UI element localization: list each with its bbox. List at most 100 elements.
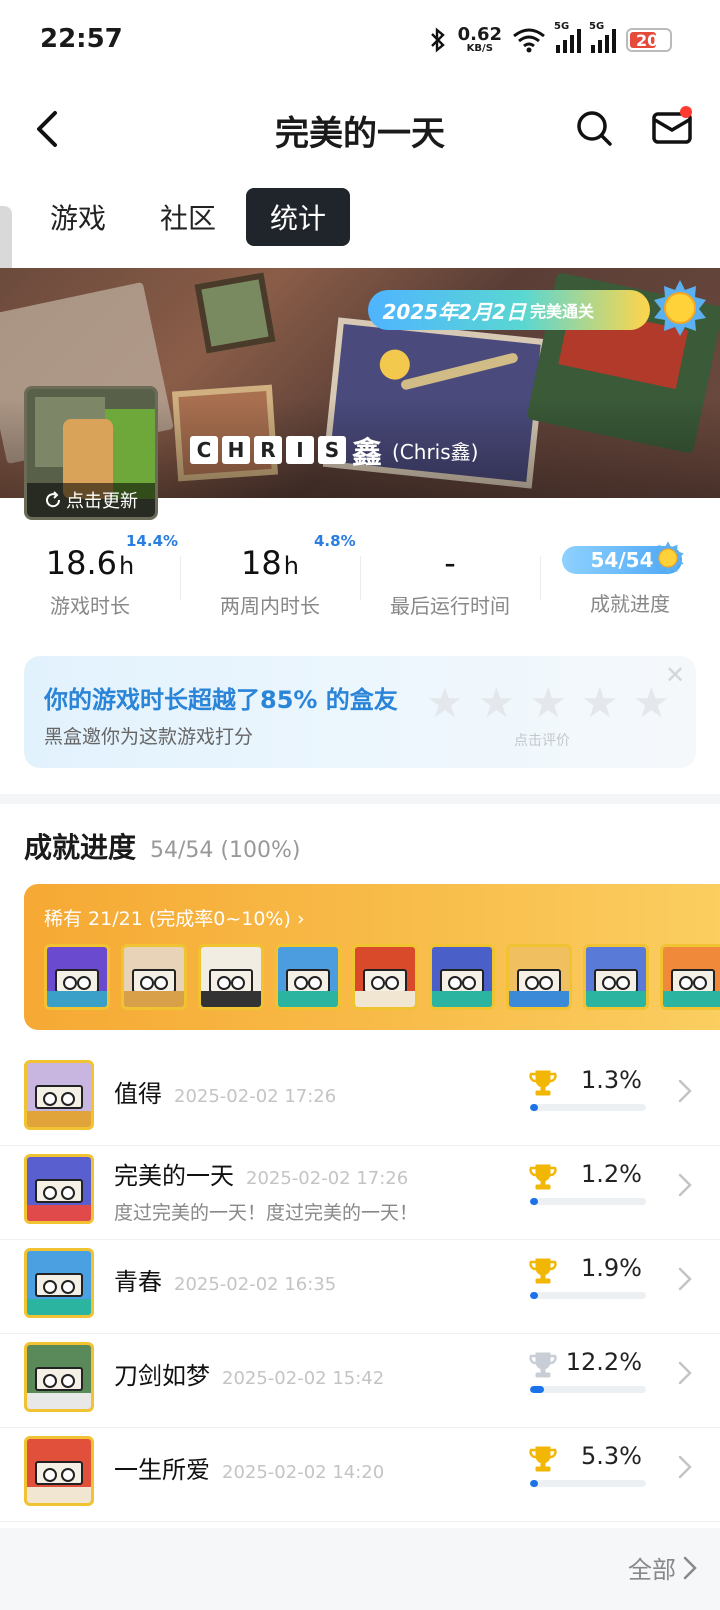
- avatar-refresh-label: 点击更新: [66, 491, 138, 512]
- star-icon[interactable]: ★: [426, 682, 464, 724]
- chevron-right-icon: [678, 1267, 692, 1291]
- achievement-percent: 1.2%: [581, 1160, 642, 1188]
- signal-1-icon: 5G: [554, 21, 581, 53]
- battery-level: 20: [636, 30, 659, 50]
- wifi-icon: [513, 28, 545, 53]
- avatar-refresh-button[interactable]: 点击更新: [27, 483, 155, 517]
- top-nav-bar: 完美的一天: [0, 84, 720, 176]
- tab-community[interactable]: 社区: [136, 188, 240, 246]
- trophy-icon: [529, 1258, 557, 1284]
- achievement-row[interactable]: 完美的一天 2025-02-02 17:26 度过完美的一天！度过完美的一天！ 1…: [0, 1146, 720, 1240]
- status-icons: 0.62 KB/S 5G 5G 20: [428, 21, 672, 54]
- playtime-unit: h: [119, 552, 135, 580]
- two-weeks-unit: h: [283, 552, 299, 580]
- name-letter: I: [286, 436, 314, 464]
- rare-achievement-icon[interactable]: [506, 944, 572, 1010]
- rare-achievement-icon[interactable]: [352, 944, 418, 1010]
- star-icon[interactable]: ★: [478, 682, 516, 724]
- search-button[interactable]: [568, 102, 620, 154]
- username: C H R I S 鑫 (Chris鑫): [190, 428, 478, 472]
- sun-medal-icon: [652, 541, 684, 575]
- bluetooth-icon: [430, 27, 445, 53]
- achievement-percent: 12.2%: [565, 1348, 642, 1376]
- search-icon: [577, 111, 612, 146]
- signal-1-tag: 5G: [554, 21, 570, 32]
- rare-achievement-icon[interactable]: [660, 944, 720, 1010]
- rare-achievement-icon[interactable]: [44, 944, 110, 1010]
- achievement-progress-bar: [530, 1104, 646, 1111]
- tab-game[interactable]: 游戏: [26, 188, 130, 246]
- app-screen: 22:57 0.62 KB/S 5G 5G 20 完美的一天 游戏 社区 统计 …: [0, 0, 720, 1610]
- view-all-button[interactable]: 全部: [628, 1550, 698, 1585]
- rating-hint: 点击评价: [514, 733, 570, 749]
- achievement-icon: [24, 1342, 94, 1412]
- completion-text: 完美通关: [529, 302, 594, 321]
- achievement-name: 青春: [114, 1268, 162, 1296]
- achievement-time: 2025-02-02 16:35: [174, 1274, 337, 1295]
- refresh-icon: [46, 491, 61, 508]
- achievements-header: 成就进度 54/54 (100%): [24, 826, 300, 866]
- status-bar: 22:57 0.62 KB/S 5G 5G 20: [0, 0, 720, 84]
- achievement-label: 成就进度: [590, 592, 670, 616]
- playtime-label: 游戏时长: [50, 594, 130, 618]
- close-icon[interactable]: ✕: [660, 660, 690, 690]
- achievement-progress-bar: [530, 1198, 646, 1205]
- achievement-icon: [24, 1154, 94, 1224]
- net-speed-unit: KB/S: [466, 43, 493, 54]
- chevron-right-icon: [683, 1556, 697, 1579]
- rare-achievement-icon[interactable]: [121, 944, 187, 1010]
- stat-playtime: 18.6 h 14.4% 游戏时长: [0, 532, 180, 628]
- name-letter: H: [222, 436, 250, 464]
- achievement-row[interactable]: 一生所爱 2025-02-02 14:20 5.3%: [0, 1428, 720, 1522]
- achievements-title: 成就进度: [24, 831, 137, 864]
- achievement-time: 2025-02-02 14:20: [222, 1462, 385, 1483]
- rare-achievement-icon[interactable]: [429, 944, 495, 1010]
- rare-label[interactable]: 稀有 21/21 (完成率0~10%) ›: [44, 904, 305, 931]
- section-divider: [0, 794, 720, 804]
- stat-achievement[interactable]: 54/54 成就进度: [540, 536, 720, 628]
- last-run-label: 最后运行时间: [390, 594, 510, 618]
- rare-achievement-icon[interactable]: [583, 944, 649, 1010]
- achievement-row[interactable]: 值得 2025-02-02 17:26 1.3%: [0, 1052, 720, 1146]
- trophy-icon: [529, 1352, 557, 1378]
- achievement-time: 2025-02-02 17:26: [246, 1168, 409, 1189]
- signal-2-tag: 5G: [589, 21, 605, 32]
- net-speed-value: 0.62: [457, 24, 502, 45]
- rating-card: 你的游戏时长超越了85% 的盒友 黑盒邀你为这款游戏打分 ★ ★ ★ ★ ★ 点…: [24, 656, 696, 768]
- star-icon[interactable]: ★: [581, 682, 619, 724]
- playtime-percent: 14.4%: [126, 532, 179, 550]
- name-letter: R: [254, 436, 282, 464]
- rare-achievements-card[interactable]: 稀有 21/21 (完成率0~10%) ›: [24, 884, 720, 1030]
- rating-subtitle: 黑盒邀你为这款游戏打分: [44, 726, 254, 748]
- name-letter: C: [190, 436, 218, 464]
- rare-achievement-icon[interactable]: [275, 944, 341, 1010]
- completion-badge: 2025年2月2日 完美通关: [368, 290, 650, 330]
- signal-2-icon: 5G: [589, 21, 616, 53]
- messages-button[interactable]: [644, 102, 700, 154]
- star-icon[interactable]: ★: [529, 682, 567, 724]
- achievement-icon: [24, 1060, 94, 1130]
- achievement-row[interactable]: 刀剑如梦 2025-02-02 15:42 12.2%: [0, 1334, 720, 1428]
- rating-title: 你的游戏时长超越了85% 的盒友: [44, 686, 398, 714]
- achievement-name: 完美的一天: [114, 1162, 234, 1190]
- tab-stats[interactable]: 统计: [246, 188, 351, 246]
- user-alias: (Chris鑫): [392, 439, 479, 464]
- view-all-label: 全部: [628, 1556, 676, 1584]
- achievement-row[interactable]: 青春 2025-02-02 16:35 1.9%: [0, 1240, 720, 1334]
- last-run-value: -: [444, 544, 456, 582]
- sun-medal-icon: [654, 280, 706, 336]
- achievement-name: 一生所爱: [114, 1456, 210, 1484]
- game-avatar[interactable]: 点击更新: [24, 386, 158, 520]
- trophy-icon: [529, 1164, 557, 1190]
- star-rating[interactable]: ★ ★ ★ ★ ★: [426, 682, 670, 724]
- achievement-time: 2025-02-02 17:26: [174, 1086, 337, 1107]
- status-time: 22:57: [40, 24, 123, 54]
- achievement-name: 值得: [114, 1080, 162, 1108]
- battery-icon: 20: [626, 28, 672, 52]
- chevron-right-icon: [678, 1173, 692, 1197]
- list-footer: 全部: [0, 1528, 720, 1610]
- two-weeks-value: 18: [241, 544, 282, 582]
- chevron-right-icon: [678, 1455, 692, 1479]
- achievement-icon: [24, 1248, 94, 1318]
- rare-achievement-icon[interactable]: [198, 944, 264, 1010]
